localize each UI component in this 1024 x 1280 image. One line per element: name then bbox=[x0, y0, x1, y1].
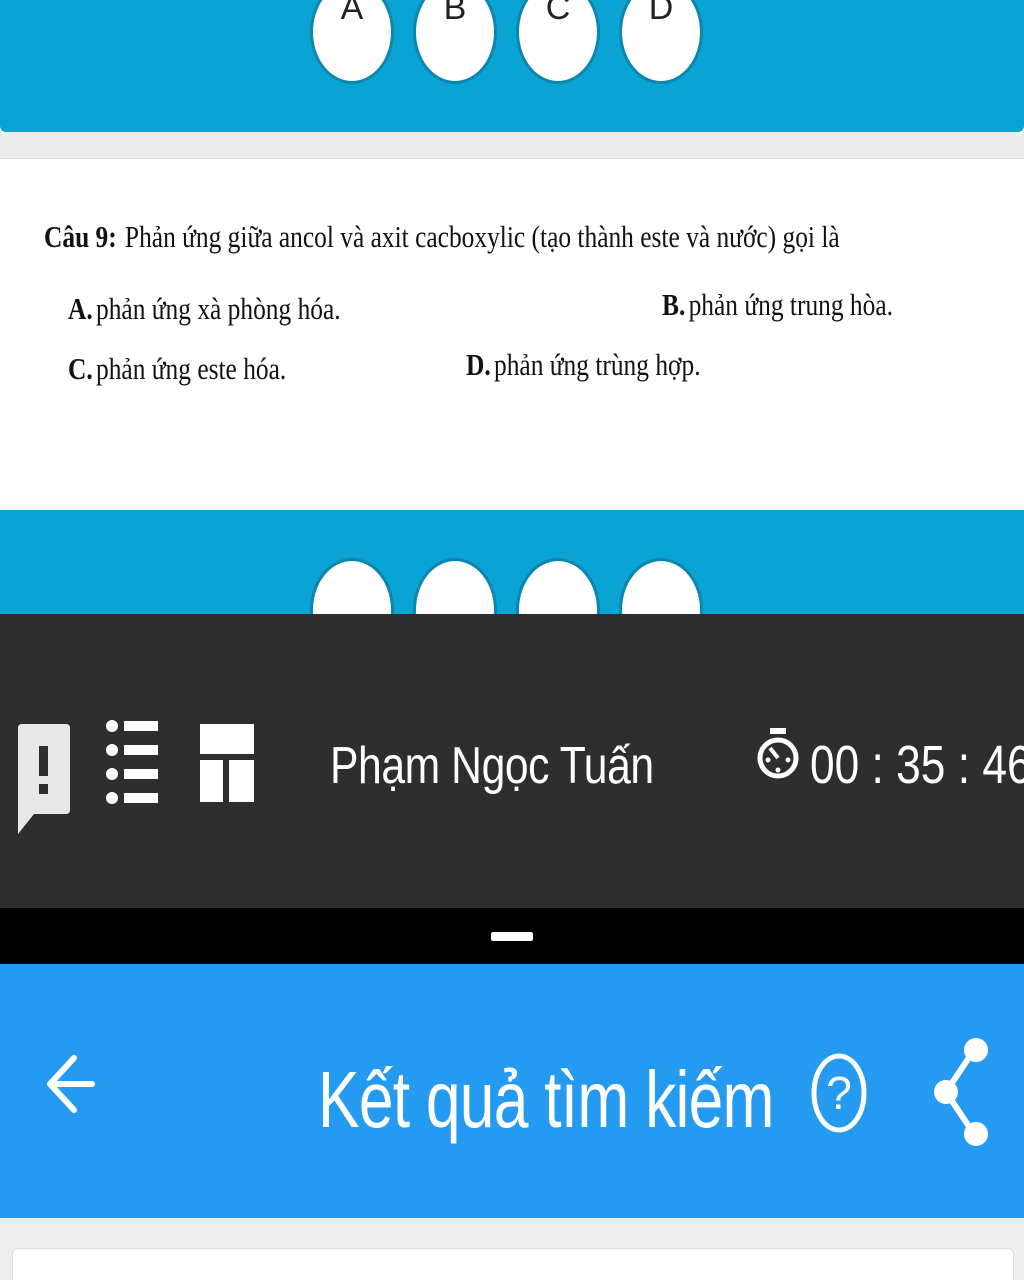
answer-circle-peek[interactable] bbox=[413, 558, 497, 616]
question-card: Câu 9: Phản ứng giữa ancol và axit cacbox… bbox=[0, 158, 1024, 511]
svg-text:?: ? bbox=[826, 1067, 852, 1119]
option-b-key: B. bbox=[662, 287, 686, 322]
list-icon[interactable] bbox=[104, 716, 160, 811]
option-b-text: phản ứng trung hòa. bbox=[688, 287, 893, 322]
timer-readout: 00 : 35 : 46 bbox=[810, 735, 1024, 795]
screen: A B C D Câu 9: Phản ứng giữa ancol và axi… bbox=[0, 0, 1024, 1280]
divider-handle[interactable] bbox=[491, 932, 533, 941]
answer-b-button[interactable]: B bbox=[413, 0, 497, 84]
share-icon bbox=[934, 1038, 988, 1146]
student-name: Phạm Ngọc Tuấn bbox=[330, 737, 654, 795]
answer-circle-peek[interactable] bbox=[619, 558, 703, 616]
answer-circle-peek[interactable] bbox=[516, 558, 600, 616]
result-card[interactable] bbox=[12, 1248, 1014, 1280]
grid-layout-icon[interactable] bbox=[200, 724, 254, 807]
option-b: B. phản ứng trung hòa. bbox=[662, 287, 893, 323]
option-d-key: D. bbox=[466, 347, 491, 382]
option-d-text: phản ứng trùng hợp. bbox=[493, 347, 701, 382]
split-screen-divider[interactable] bbox=[0, 908, 1024, 964]
option-a-key: A. bbox=[68, 291, 93, 326]
question-stem: Câu 9: Phản ứng giữa ancol và axit cacbox… bbox=[44, 219, 840, 255]
option-c-text: phản ứng este hóa. bbox=[95, 351, 287, 386]
answer-bar-bottom bbox=[0, 510, 1024, 616]
option-d: D. phản ứng trùng hợp. bbox=[466, 347, 701, 383]
option-a-text: phản ứng xà phòng hóa. bbox=[95, 291, 341, 326]
option-a: A. phản ứng xà phòng hóa. bbox=[68, 291, 341, 327]
option-c: C. phản ứng este hóa. bbox=[68, 351, 286, 387]
question-number: Câu 9: bbox=[44, 219, 117, 254]
help-icon: ? bbox=[811, 1053, 867, 1133]
results-area bbox=[0, 1218, 1024, 1280]
page-title: Kết quả tìm kiếm bbox=[318, 1055, 774, 1144]
timer-icon bbox=[756, 718, 800, 795]
card-gap bbox=[0, 132, 1024, 158]
back-button[interactable] bbox=[44, 1048, 96, 1125]
help-button[interactable]: ? bbox=[810, 1052, 868, 1139]
app-bar: Kết quả tìm kiếm ? bbox=[0, 964, 1024, 1218]
report-icon[interactable] bbox=[16, 722, 72, 841]
answer-bar-top: A B C D bbox=[0, 0, 1024, 132]
answer-d-button[interactable]: D bbox=[619, 0, 703, 84]
back-arrow-icon bbox=[47, 1055, 95, 1113]
share-button[interactable] bbox=[934, 1036, 990, 1153]
option-c-key: C. bbox=[68, 351, 93, 386]
answer-circle-peek[interactable] bbox=[310, 558, 394, 616]
answer-c-button[interactable]: C bbox=[516, 0, 600, 84]
answer-a-button[interactable]: A bbox=[310, 0, 394, 84]
question-text: Phản ứng giữa ancol và axit cacboxylic (… bbox=[124, 219, 840, 254]
exam-toolbar: Phạm Ngọc Tuấn 00 : 35 : 46 bbox=[0, 614, 1024, 908]
